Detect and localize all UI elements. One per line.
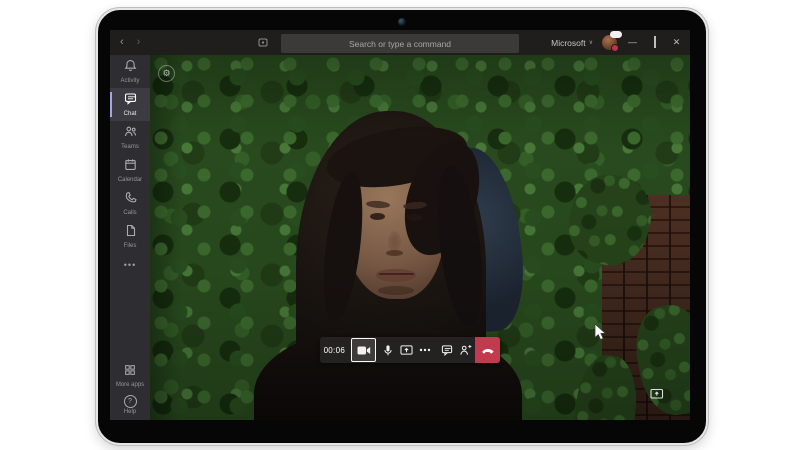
sidebar-item-label: Activity xyxy=(120,78,140,84)
title-bar: ‹ › Microsoft ∨ — ✕ xyxy=(110,30,690,55)
sidebar-item-calls[interactable]: Calls xyxy=(110,187,150,220)
eye-right xyxy=(407,214,422,221)
sidebar-item-label: Help xyxy=(123,409,137,415)
sidebar-item-label: Teams xyxy=(121,144,139,150)
ellipsis-icon xyxy=(420,348,431,352)
lip-line xyxy=(379,273,414,275)
screen-pop-out-icon[interactable] xyxy=(650,388,664,400)
sidebar-bottom: More apps ? Help xyxy=(110,360,150,420)
more-ellipsis-icon: ••• xyxy=(123,260,137,270)
mouse-cursor xyxy=(594,323,607,346)
call-timer: 00:06 xyxy=(323,345,346,355)
sidebar-item-label: Calls xyxy=(123,210,137,216)
sidebar-item-more[interactable]: ••• xyxy=(110,253,150,277)
help-circle-icon: ? xyxy=(123,395,137,408)
sidebar-item-label: Chat xyxy=(123,111,137,117)
sidebar-item-files[interactable]: Files xyxy=(110,220,150,253)
sidebar-item-label: Calendar xyxy=(117,177,143,183)
app-sidebar: Activity Chat Teams Calendar Calls Files… xyxy=(110,55,150,420)
microphone-button[interactable] xyxy=(378,337,397,363)
smiling-mouth xyxy=(376,269,416,282)
phone-icon xyxy=(124,191,137,209)
chat-bubble-icon xyxy=(124,92,137,110)
close-button[interactable]: ✕ xyxy=(670,30,683,55)
avatar[interactable] xyxy=(602,31,622,52)
title-bar-right: Microsoft ∨ — ✕ xyxy=(551,30,683,55)
sidebar-item-help[interactable]: ? Help xyxy=(110,390,150,420)
file-icon xyxy=(124,224,137,242)
back-icon[interactable]: ‹ xyxy=(120,30,124,55)
chevron-down-icon: ∨ xyxy=(588,40,593,46)
teams-app-window: ‹ › Microsoft ∨ — ✕ xyxy=(110,30,690,420)
teams-people-icon xyxy=(124,125,137,143)
sidebar-item-activity[interactable]: Activity xyxy=(110,55,150,88)
hang-up-icon xyxy=(482,348,494,354)
share-screen-icon xyxy=(400,345,413,355)
apps-grid-icon xyxy=(124,363,136,381)
settings-gear-icon[interactable]: ⚙ xyxy=(158,65,175,82)
forward-icon[interactable]: › xyxy=(137,30,141,55)
sidebar-item-label: More apps xyxy=(115,381,145,388)
show-conversation-button[interactable] xyxy=(438,337,457,363)
sidebar-item-chat[interactable]: Chat xyxy=(110,88,150,121)
more-actions-button[interactable] xyxy=(416,337,435,363)
sidebar-item-label: Files xyxy=(123,243,137,249)
calendar-icon xyxy=(124,158,137,176)
search-input[interactable] xyxy=(281,34,519,53)
nose-shadow xyxy=(386,250,403,256)
history-nav: ‹ › xyxy=(120,30,140,55)
hang-up-button[interactable] xyxy=(475,337,501,363)
front-camera xyxy=(398,18,406,26)
maximize-icon xyxy=(653,36,656,48)
maximize-button[interactable] xyxy=(648,30,661,55)
sidebar-item-calendar[interactable]: Calendar xyxy=(110,154,150,187)
account-menu[interactable]: Microsoft ∨ xyxy=(551,38,593,48)
minimize-button[interactable]: — xyxy=(626,30,639,55)
presence-status-dot xyxy=(611,44,619,52)
chin-shadow xyxy=(378,286,414,295)
video-camera-icon xyxy=(357,346,370,354)
active-call-indicator-icon[interactable] xyxy=(258,38,269,48)
desktop-background: ‹ › Microsoft ∨ — ✕ xyxy=(0,0,800,450)
sidebar-item-teams[interactable]: Teams xyxy=(110,121,150,154)
microphone-icon xyxy=(384,344,392,355)
notification-badge xyxy=(610,31,622,38)
account-name: Microsoft xyxy=(551,37,586,48)
add-participant-button[interactable] xyxy=(457,337,476,363)
add-participant-icon xyxy=(460,345,472,355)
camera-toggle-button[interactable] xyxy=(350,338,377,362)
share-screen-button[interactable] xyxy=(397,337,416,363)
chat-icon xyxy=(442,345,453,356)
sidebar-item-more-apps[interactable]: More apps xyxy=(110,360,150,390)
video-feed: ⚙ 00:06 xyxy=(150,55,690,420)
call-control-bar: 00:06 xyxy=(320,337,501,363)
bell-icon xyxy=(124,59,137,77)
eye-left xyxy=(370,213,385,220)
